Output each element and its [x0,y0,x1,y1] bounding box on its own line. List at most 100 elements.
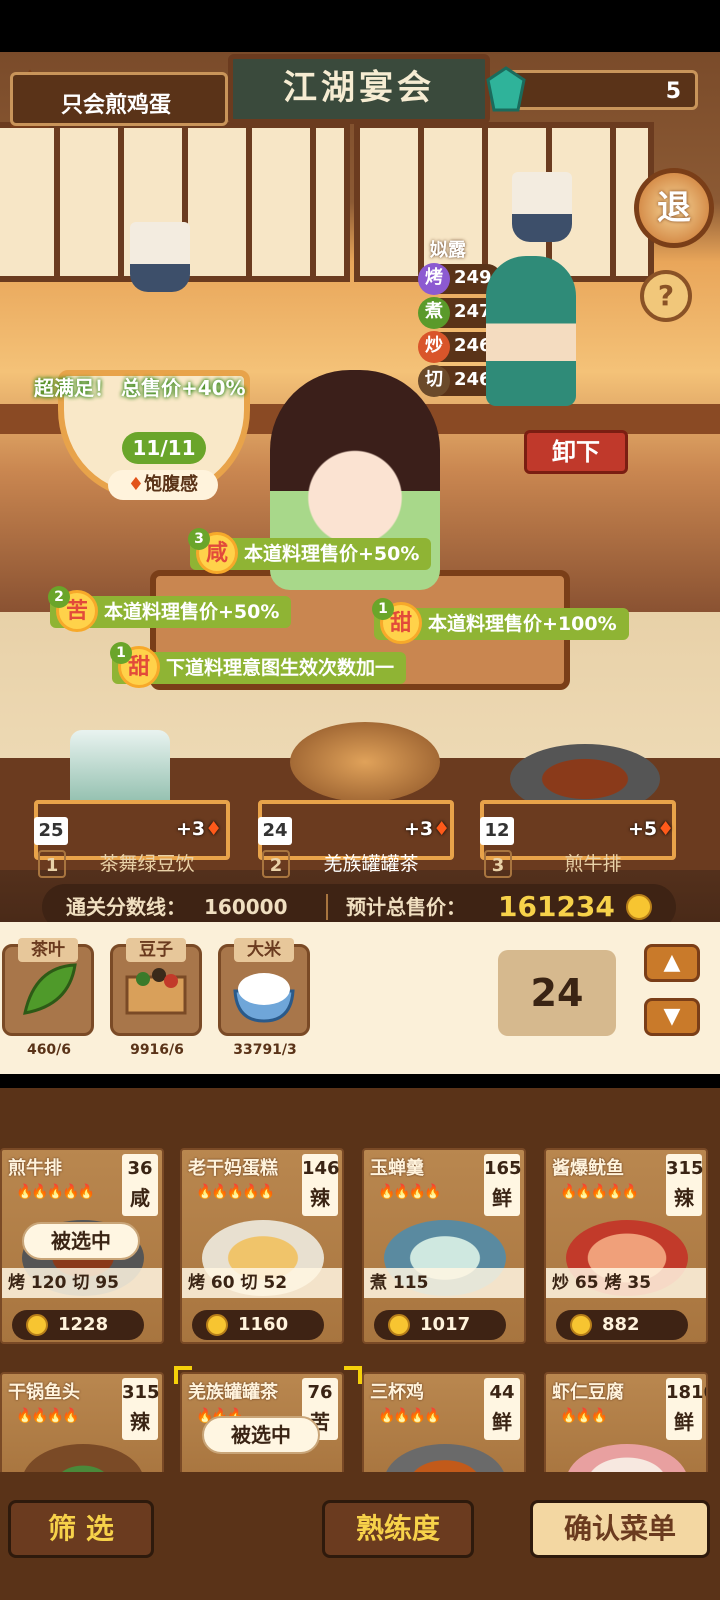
quantity-up-button[interactable]: ▲ [644,944,700,982]
selected-badge: 被选中 [22,1222,140,1260]
skill-value: 249 [454,267,492,288]
selection-corner [174,1366,192,1384]
slot-quantity: 25 [34,817,68,845]
recipe-card[interactable]: 虾仁豆腐 🔥🔥🔥 1810 鲜 [544,1372,708,1482]
effect-count: 2 [48,586,70,608]
effect-tag: 咸 3 本道料理售价+50% [188,528,432,574]
effect-text: 下道料理意图生效次数加一 [166,657,395,679]
difficulty-flames-icon: 🔥🔥🔥🔥 [378,1184,442,1200]
recipe-name: 三杯鸡 [370,1382,424,1403]
price-value: 1228 [58,1314,109,1335]
effect-text: 本道料理售价+50% [104,601,280,623]
recipe-level: 1810 [666,1382,706,1403]
recipe-level-badge: 315 辣 [122,1378,160,1440]
flame-icon: ♦ [127,474,145,495]
slot-number: 2 [262,850,290,878]
price-value: 882 [602,1314,640,1335]
recipe-level: 146 [302,1158,340,1179]
recipe-level-badge: 36 咸 [122,1154,158,1216]
cut-skill-icon: 切 [418,365,450,397]
boil-skill-icon: 煮 [418,297,450,329]
recipe-level: 76 [307,1382,333,1403]
coin-icon [570,1314,592,1336]
difficulty-flames-icon: 🔥🔥🔥🔥🔥 [196,1184,275,1200]
proficiency-button[interactable]: 熟练度 [322,1500,474,1558]
recipe-name: 羌族罐罐茶 [188,1382,278,1403]
recipe-price: 1160 [192,1310,324,1340]
score-divider [326,894,328,920]
effect-text: 本道料理售价+50% [244,543,420,565]
bonus-value: +3 [404,818,434,840]
recipe-requirements: 炒 65 烤 35 [546,1268,706,1298]
slot-dish-name: 茶舞绿豆饮 [99,853,195,875]
recipe-level-badge: 315 辣 [666,1154,704,1216]
hanging-lantern-right [512,172,572,242]
slot-quantity: 24 [258,817,292,845]
fullness-label-text: 饱腹感 [144,474,199,495]
exit-button[interactable]: 退 [634,168,714,248]
gem-counter: 5 [500,70,698,110]
slot-number: 1 [38,850,66,878]
recipe-name: 酱爆鱿鱼 [552,1158,624,1179]
effect-count: 1 [372,598,394,620]
recipe-card[interactable]: 老干妈蛋糕 🔥🔥🔥🔥🔥 146 辣 烤 60 切 52 1160 [180,1148,344,1344]
coin-icon [206,1314,228,1336]
confirm-menu-button[interactable]: 确认菜单 [530,1500,710,1558]
effect-tag: 甜 1 下道料理意图生效次数加一 [110,642,407,688]
recipe-name: 虾仁豆腐 [552,1382,624,1403]
ingredient-name: 大米 [234,938,294,962]
effect-count: 3 [188,528,210,550]
quantity-display[interactable]: 24 [498,950,616,1036]
effect-tag: 苦 2 本道料理售价+50% [48,586,292,632]
slot-quantity: 12 [480,817,514,845]
ingredient-name: 茶叶 [18,938,78,962]
recipe-price: 882 [556,1310,688,1340]
quantity-down-button[interactable]: ▼ [644,998,700,1036]
recipe-name: 老干妈蛋糕 [188,1158,278,1179]
help-button[interactable]: ? [640,270,692,322]
recipe-taste: 辣 [130,1410,150,1434]
difficulty-flames-icon: 🔥🔥🔥🔥 [16,1408,80,1424]
chef-name: 姒露 [430,240,466,261]
recipe-name: 干锅鱼头 [8,1382,80,1403]
recipe-taste: 鲜 [492,1186,512,1210]
unload-chef-button[interactable]: 卸下 [524,430,628,474]
ingredient-count: 33791/3 [233,1042,297,1058]
price-value: 1017 [420,1314,471,1335]
recipe-level-badge: 165 鲜 [484,1154,522,1216]
recipe-card[interactable]: 酱爆鱿鱼 🔥🔥🔥🔥🔥 315 辣 炒 65 烤 35 882 [544,1148,708,1344]
filter-button[interactable]: 筛 选 [8,1500,154,1558]
bonus-value: +5 [628,818,658,840]
recipe-requirements: 烤 120 切 95 [2,1268,162,1298]
slot-bonus: +3♦ [404,818,450,840]
difficulty-flames-icon: 🔥🔥🔥🔥🔥 [16,1184,95,1200]
recipe-requirements: 煮 115 [364,1268,524,1298]
hanging-lantern-left [130,222,190,292]
recipe-card[interactable]: 煎牛排 🔥🔥🔥🔥🔥 36 咸 被选中 烤 120 切 95 1228 [0,1148,164,1344]
event-title-sign: 江湖宴会 [228,54,490,124]
slot-dish-name: 羌族罐罐茶 [323,853,419,875]
ingredient-name: 豆子 [126,938,186,962]
tea-pot-image [290,722,440,802]
recipe-card[interactable]: 三杯鸡 🔥🔥🔥🔥 44 鲜 [362,1372,526,1482]
effect-text: 本道料理售价+100% [428,613,617,635]
jade-gem-icon [486,66,526,112]
slot-dish-name: 煎牛排 [564,853,622,875]
chef-portrait[interactable] [486,256,576,406]
recipe-card[interactable]: 干锅鱼头 🔥🔥🔥🔥 315 辣 [0,1372,164,1482]
recipe-taste: 辣 [674,1186,694,1210]
satisfaction-text: 超满足！ 总售价+40% [34,376,246,400]
recipe-price: 1228 [12,1310,144,1340]
stirfry-skill-icon: 炒 [418,331,450,363]
slot-number: 3 [484,850,512,878]
recipe-card[interactable]: 羌族罐罐茶 🔥🔥🔥 76苦 被选中 [180,1372,344,1482]
recipe-card[interactable]: 玉蝉羹 🔥🔥🔥🔥 165 鲜 煮 115 1017 [362,1148,526,1344]
ingredient-count: 9916/6 [130,1042,184,1058]
arrow-up-icon: ▲ [663,950,681,975]
recipe-level: 36 [127,1158,153,1179]
recipe-level-badge: 44 鲜 [484,1378,520,1440]
difficulty-flames-icon: 🔥🔥🔥🔥 [378,1408,442,1424]
player-name[interactable]: 只会煎鸡蛋 [10,72,228,126]
difficulty-flames-icon: 🔥🔥🔥🔥🔥 [560,1184,639,1200]
recipe-taste: 咸 [130,1186,150,1210]
